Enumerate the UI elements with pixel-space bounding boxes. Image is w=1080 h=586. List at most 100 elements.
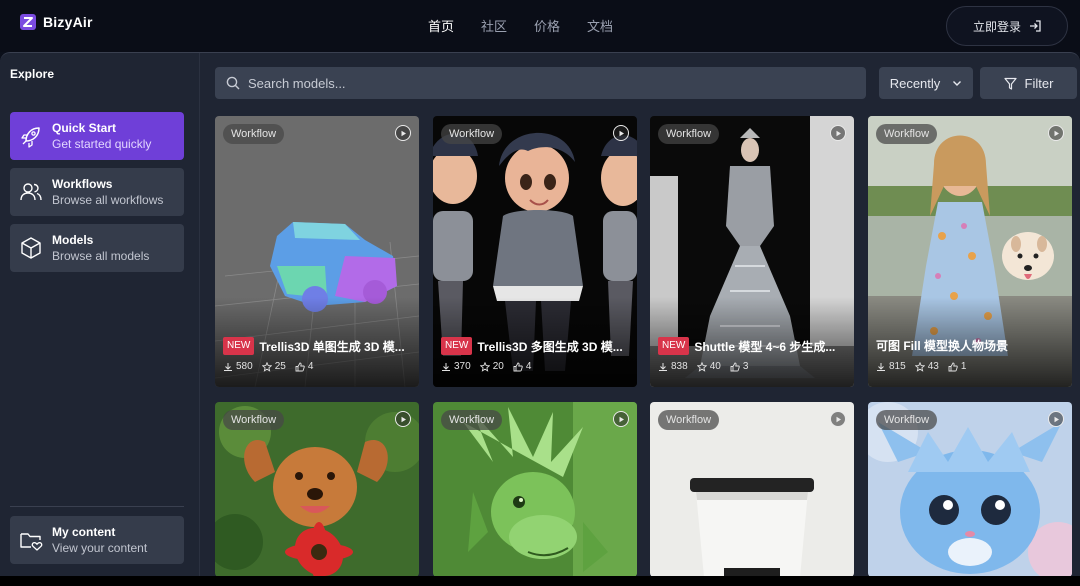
workflow-badge: Workflow bbox=[876, 124, 938, 144]
workflow-badge: Workflow bbox=[223, 410, 285, 430]
sidebar-item-label: My content bbox=[52, 525, 116, 539]
downloads-count: 838 bbox=[671, 361, 688, 372]
card-title: NEW Shuttle 模型 4~6 步生成... bbox=[658, 337, 850, 355]
brand-logo[interactable]: BizyAir bbox=[20, 14, 93, 30]
downloads-stat: 370 bbox=[441, 361, 471, 372]
card-title-text: Trellis3D 单图生成 3D 模... bbox=[259, 339, 405, 354]
workflow-card[interactable]: Workflow NEW Shuttle 模型 4~6 步生成... 838 4… bbox=[650, 116, 854, 387]
card-stats: 815 43 1 bbox=[876, 361, 966, 372]
filter-button-label: Filter bbox=[1024, 75, 1054, 91]
sidebar-item-description: Get started quickly bbox=[52, 137, 152, 151]
play-icon[interactable] bbox=[1048, 411, 1064, 427]
thumbs-up-icon bbox=[948, 362, 958, 371]
search-input[interactable] bbox=[248, 75, 848, 91]
sidebar-item-my-content[interactable]: My content View your content bbox=[10, 516, 184, 564]
likes-stat: 4 bbox=[295, 361, 314, 372]
downloads-count: 815 bbox=[889, 361, 906, 372]
new-badge: NEW bbox=[441, 337, 473, 355]
sidebar-item-label: Models bbox=[52, 233, 94, 247]
search-bar bbox=[215, 67, 866, 99]
stars-stat: 20 bbox=[479, 361, 504, 372]
likes-stat: 1 bbox=[948, 361, 967, 372]
users-icon bbox=[20, 183, 42, 201]
sidebar-item-label: Quick Start bbox=[52, 121, 117, 135]
card-title-text: 可图 Fill 模型换人物场景 bbox=[876, 339, 1009, 353]
play-icon[interactable] bbox=[830, 411, 846, 427]
sidebar-item-workflows[interactable]: Workflows Browse all workflows bbox=[10, 168, 184, 216]
workflow-badge: Workflow bbox=[658, 410, 720, 430]
likes-count: 4 bbox=[525, 361, 532, 372]
chevron-down-icon bbox=[953, 81, 962, 86]
workflow-card[interactable]: Workflow NEW Trellis3D 单图生成 3D 模... 580 … bbox=[215, 116, 419, 387]
thumbs-up-icon bbox=[295, 362, 305, 371]
sidebar-item-description: Browse all workflows bbox=[52, 193, 164, 207]
top-navigation-bar: BizyAir 首页 社区 价格 文档 立即登录 bbox=[0, 0, 1080, 52]
nav-pricing[interactable]: 价格 bbox=[534, 16, 560, 35]
stars-count: 40 bbox=[709, 361, 721, 372]
star-icon bbox=[696, 361, 707, 372]
workflow-card[interactable]: Workflow bbox=[868, 402, 1072, 576]
workflow-card[interactable]: Workflow NEW Trellis3D 多图生成 3D 模... 370 … bbox=[433, 116, 637, 387]
card-stats: 370 20 4 bbox=[441, 361, 531, 372]
bottom-edge bbox=[0, 576, 1080, 586]
play-icon[interactable] bbox=[395, 125, 411, 141]
login-button[interactable]: 立即登录 bbox=[946, 6, 1068, 46]
downloads-stat: 580 bbox=[223, 361, 253, 372]
card-title: NEW Trellis3D 单图生成 3D 模... bbox=[223, 337, 415, 355]
likes-count: 4 bbox=[307, 361, 314, 372]
filter-icon bbox=[1003, 77, 1017, 90]
stars-stat: 25 bbox=[261, 361, 286, 372]
nav-docs[interactable]: 文档 bbox=[587, 16, 613, 35]
workflow-card[interactable]: Workflow bbox=[650, 402, 854, 576]
nav-home[interactable]: 首页 bbox=[428, 16, 454, 35]
downloads-stat: 838 bbox=[658, 361, 688, 372]
download-icon bbox=[442, 362, 450, 371]
sidebar-item-models[interactable]: Models Browse all models bbox=[10, 224, 184, 272]
workflow-card[interactable]: Workflow bbox=[215, 402, 419, 576]
card-title-text: Trellis3D 多图生成 3D 模... bbox=[477, 339, 623, 354]
workflow-card[interactable]: Workflow bbox=[433, 402, 637, 576]
main-nav: 首页 社区 价格 文档 bbox=[428, 16, 613, 35]
stars-stat: 43 bbox=[914, 361, 939, 372]
download-icon bbox=[659, 362, 667, 371]
new-badge: NEW bbox=[223, 337, 255, 355]
downloads-count: 370 bbox=[454, 361, 471, 372]
star-icon bbox=[479, 361, 490, 372]
download-icon bbox=[877, 362, 885, 371]
workflow-badge: Workflow bbox=[441, 410, 503, 430]
sidebar-divider bbox=[10, 506, 184, 507]
rocket-icon bbox=[21, 127, 40, 148]
likes-stat: 3 bbox=[730, 361, 749, 372]
stars-stat: 40 bbox=[696, 361, 721, 372]
card-stats: 580 25 4 bbox=[223, 361, 313, 372]
play-icon[interactable] bbox=[830, 125, 846, 141]
new-badge: NEW bbox=[658, 337, 690, 355]
sort-dropdown-value: Recently bbox=[889, 75, 941, 91]
sidebar-item-quick-start[interactable]: Quick Start Get started quickly bbox=[10, 112, 184, 160]
sidebar-item-description: View your content bbox=[52, 541, 148, 555]
card-title-text: Shuttle 模型 4~6 步生成... bbox=[694, 339, 836, 354]
thumbs-up-icon bbox=[513, 362, 523, 371]
play-icon[interactable] bbox=[613, 411, 629, 427]
card-title: NEW Trellis3D 多图生成 3D 模... bbox=[441, 337, 633, 355]
filter-button[interactable]: Filter bbox=[980, 67, 1077, 99]
likes-count: 3 bbox=[742, 361, 749, 372]
workflow-badge: Workflow bbox=[876, 410, 938, 430]
workflow-card[interactable]: Workflow 可图 Fill 模型换人物场景 815 43 1 bbox=[868, 116, 1072, 387]
folder-heart-icon bbox=[20, 533, 43, 551]
play-icon[interactable] bbox=[613, 125, 629, 141]
likes-count: 1 bbox=[960, 361, 967, 372]
star-icon bbox=[914, 361, 925, 372]
thumbs-up-icon bbox=[730, 362, 740, 371]
workflow-badge: Workflow bbox=[441, 124, 503, 144]
play-icon[interactable] bbox=[1048, 125, 1064, 141]
cube-icon bbox=[21, 237, 41, 259]
nav-community[interactable]: 社区 bbox=[481, 16, 507, 35]
play-icon[interactable] bbox=[395, 411, 411, 427]
sort-dropdown[interactable]: Recently bbox=[879, 67, 973, 99]
sidebar-title: Explore bbox=[10, 67, 55, 81]
bizyair-logo-icon bbox=[20, 14, 36, 30]
download-icon bbox=[224, 362, 232, 371]
card-title: 可图 Fill 模型换人物场景 bbox=[876, 337, 1068, 354]
login-icon bbox=[1030, 20, 1041, 32]
